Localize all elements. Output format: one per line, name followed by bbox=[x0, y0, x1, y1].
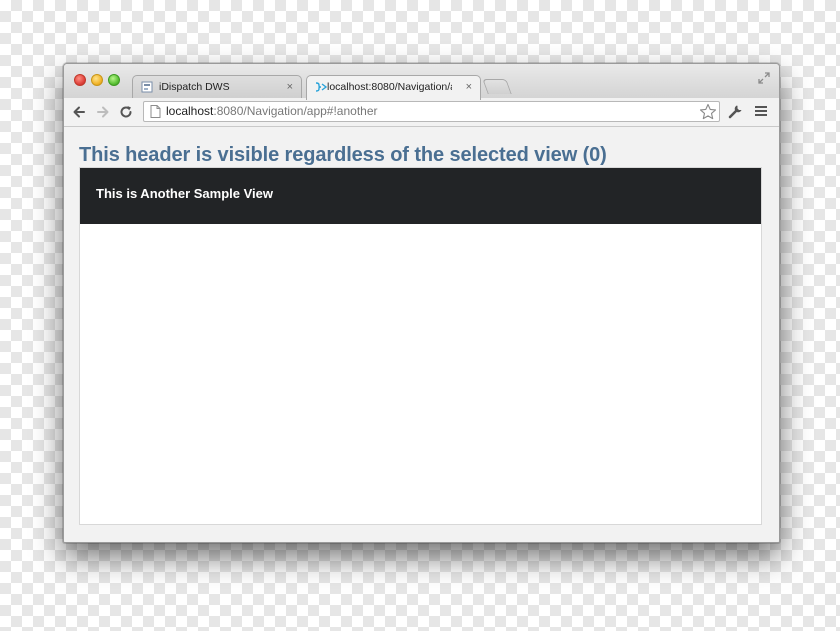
view-title: This is Another Sample View bbox=[96, 186, 273, 201]
url-path: :8080/Navigation/app#!another bbox=[213, 104, 378, 118]
browser-window: iDispatch DWS × localhost:8080/Navigatio… bbox=[63, 63, 780, 543]
url-text[interactable]: localhost:8080/Navigation/app#!another bbox=[166, 102, 378, 121]
tab-localhost[interactable]: localhost:8080/Navigation/a × bbox=[306, 75, 481, 100]
title-bar: iDispatch DWS × localhost:8080/Navigatio… bbox=[64, 64, 779, 100]
fullscreen-icon[interactable] bbox=[758, 72, 770, 84]
reload-icon[interactable] bbox=[118, 104, 134, 120]
zoom-window-button[interactable] bbox=[108, 74, 120, 86]
tab-close-icon[interactable]: × bbox=[466, 76, 472, 98]
browser-toolbar: localhost:8080/Navigation/app#!another bbox=[64, 98, 779, 127]
page-icon bbox=[150, 105, 161, 118]
star-icon[interactable] bbox=[699, 103, 717, 121]
address-bar[interactable]: localhost:8080/Navigation/app#!another bbox=[143, 101, 720, 122]
page-viewport: This header is visible regardless of the… bbox=[64, 127, 779, 542]
tab-title: localhost:8080/Navigation/a bbox=[327, 81, 452, 93]
minimize-window-button[interactable] bbox=[91, 74, 103, 86]
back-icon[interactable] bbox=[71, 104, 87, 120]
tab-idispatch[interactable]: iDispatch DWS × bbox=[132, 75, 302, 99]
view-header-bar: This is Another Sample View bbox=[80, 168, 761, 224]
page-favicon-icon bbox=[141, 81, 153, 93]
url-host: localhost bbox=[166, 104, 214, 118]
tab-title: iDispatch DWS bbox=[159, 81, 230, 93]
vaadin-favicon-icon bbox=[315, 82, 327, 92]
forward-icon[interactable] bbox=[95, 104, 111, 120]
close-window-button[interactable] bbox=[74, 74, 86, 86]
page-heading: This header is visible regardless of the… bbox=[79, 144, 607, 166]
menu-icon[interactable] bbox=[754, 104, 768, 118]
tab-close-icon[interactable]: × bbox=[287, 76, 293, 98]
view-container: This is Another Sample View bbox=[79, 167, 762, 525]
new-tab-button[interactable] bbox=[482, 79, 512, 94]
wrench-icon[interactable] bbox=[728, 103, 744, 119]
